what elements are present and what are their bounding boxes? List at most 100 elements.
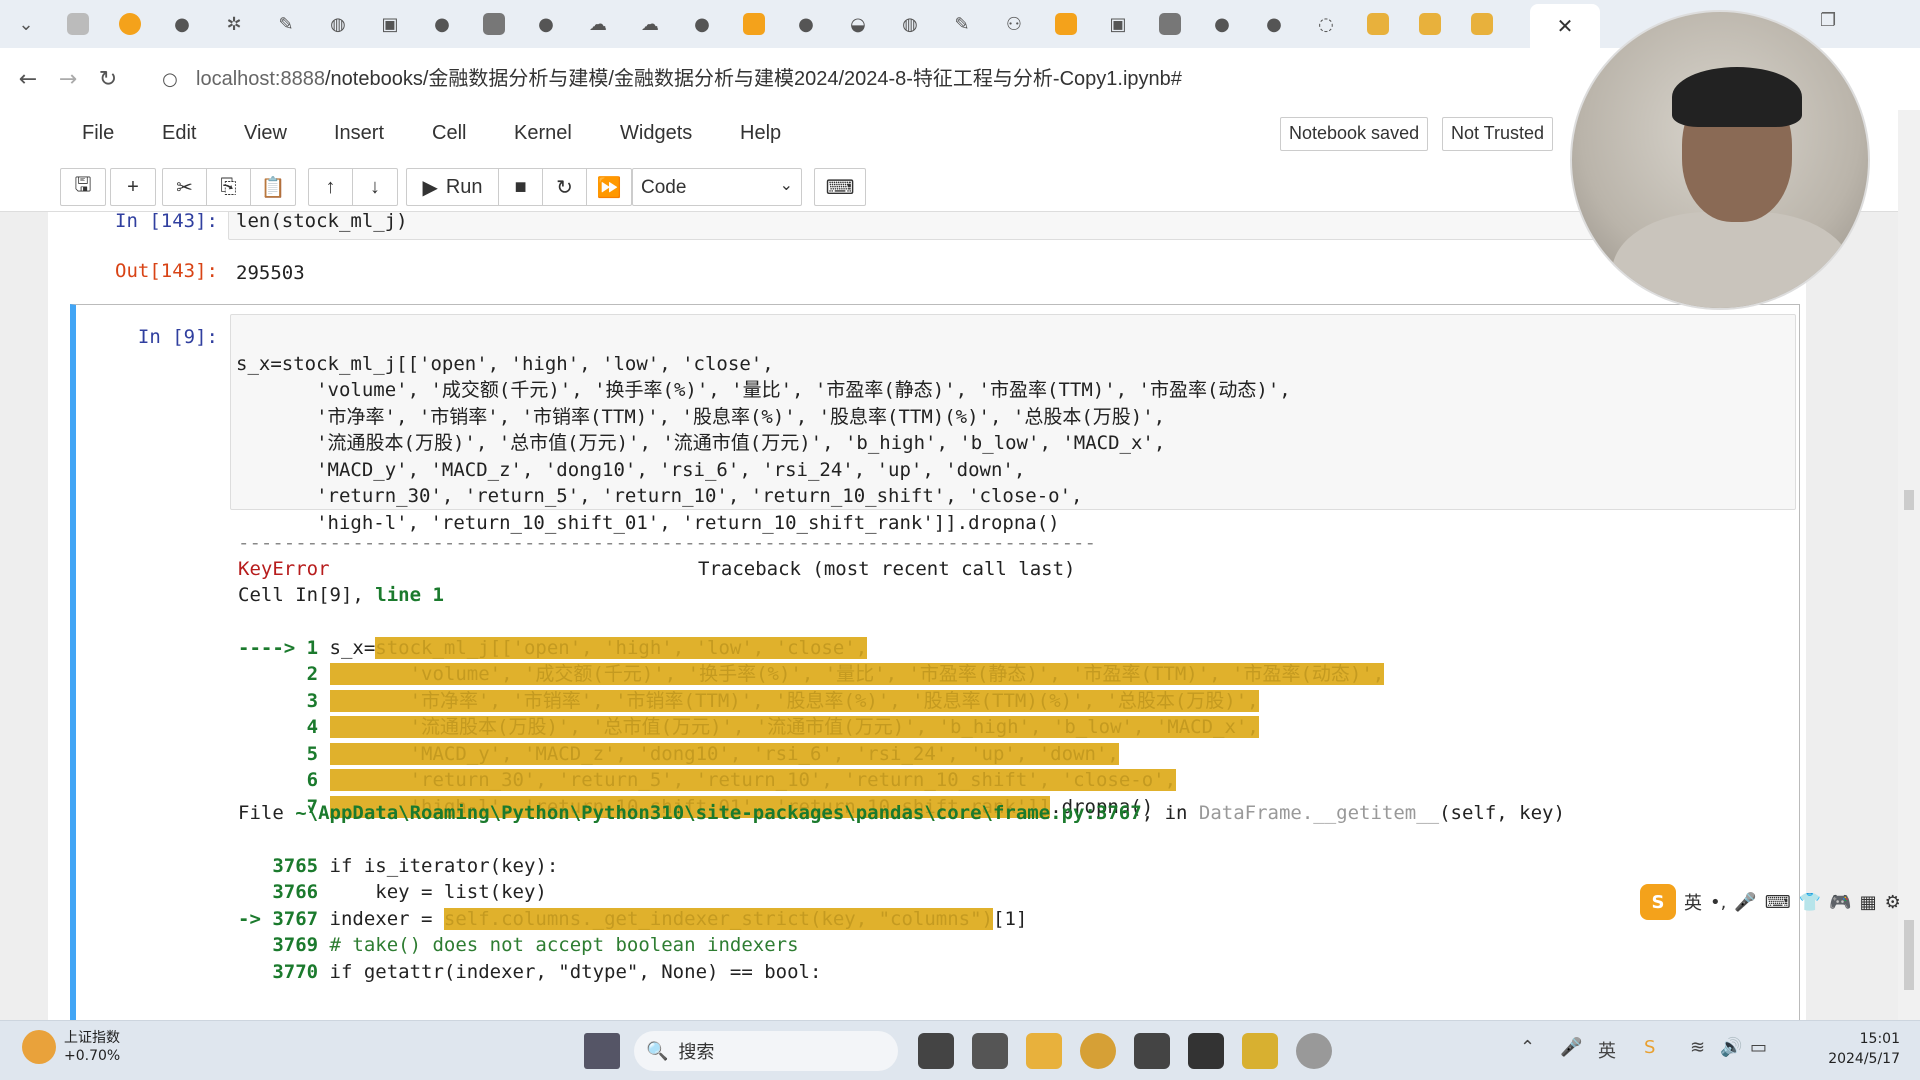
github-icon[interactable]: ●	[416, 0, 468, 48]
menu-edit[interactable]: Edit	[162, 122, 196, 145]
copy-icon[interactable]: ⎘	[207, 169, 251, 205]
menu-view[interactable]: View	[244, 122, 287, 145]
ime-language[interactable]: 英	[1684, 889, 1702, 915]
taskbar-search[interactable]: 🔍 搜索	[634, 1031, 898, 1071]
scrollbar-thumb[interactable]	[1904, 920, 1914, 990]
tab-favicon[interactable]	[1040, 0, 1092, 48]
tab-favicon[interactable]: ✎	[936, 0, 988, 48]
tab-favicon[interactable]: ●	[780, 0, 832, 48]
github-icon[interactable]: ●	[156, 0, 208, 48]
microphone-icon[interactable]: 🎤	[1734, 892, 1756, 913]
tab-favicon[interactable]: ✲	[208, 0, 260, 48]
keyboard-icon[interactable]: ⌨	[815, 169, 865, 205]
back-arrow-icon[interactable]: ←	[8, 67, 48, 92]
task-view-icon[interactable]	[918, 1033, 954, 1069]
tab-favicon[interactable]: ✎	[260, 0, 312, 48]
menu-cell[interactable]: Cell	[432, 122, 466, 145]
cell-type-select[interactable]: Code ⌄	[632, 168, 802, 206]
tab-favicon[interactable]: ◍	[884, 0, 936, 48]
app-icon[interactable]	[1296, 1033, 1332, 1069]
paste-icon[interactable]: 📋	[251, 169, 295, 205]
stock-name: 上证指数	[64, 1030, 120, 1046]
chevron-up-icon[interactable]: ⌃	[1520, 1037, 1535, 1058]
source-text: key = list(key)	[318, 881, 547, 903]
run-button[interactable]: ▶ Run	[407, 169, 499, 205]
settings-icon[interactable]: ⚙	[1885, 892, 1901, 913]
ime-logo-icon[interactable]: S	[1640, 884, 1676, 920]
sogou-tray-icon[interactable]: S	[1644, 1037, 1655, 1058]
source-line: 3769 # take() does not accept boolean in…	[238, 932, 1027, 959]
not-trusted-button[interactable]: Not Trusted	[1442, 117, 1554, 151]
zhihu-icon[interactable]	[468, 0, 520, 48]
zhihu-icon[interactable]	[1144, 0, 1196, 48]
move-down-icon[interactable]: ↓	[353, 169, 397, 205]
tab-favicon[interactable]: ●	[1248, 0, 1300, 48]
restart-icon[interactable]: ↻	[543, 169, 587, 205]
url-field[interactable]: localhost:8888/notebooks/金融数据分析与建模/金融数据分…	[196, 62, 1182, 91]
tab-favicon[interactable]	[1456, 0, 1508, 48]
battery-icon[interactable]: ▭	[1750, 1037, 1767, 1058]
reload-icon[interactable]: ↻	[88, 67, 128, 92]
scrollbar-thumb[interactable]	[1904, 490, 1914, 510]
github-icon[interactable]: ●	[520, 0, 572, 48]
tab-favicon[interactable]	[52, 0, 104, 48]
menu-file[interactable]: File	[82, 122, 114, 145]
traceback-header: Traceback (most recent call last)	[698, 558, 1076, 580]
cloud-icon[interactable]: ☁	[572, 0, 624, 48]
tab-favicon[interactable]: ◍	[312, 0, 364, 48]
start-icon[interactable]	[584, 1033, 620, 1069]
play-icon: ▶	[422, 176, 438, 199]
run-label: Run	[445, 175, 483, 198]
terminal-icon[interactable]	[1188, 1033, 1224, 1069]
restore-window-icon[interactable]: ❐	[1820, 10, 1836, 31]
restart-run-all-icon[interactable]: ⏩	[587, 169, 631, 205]
source-code: 3765 if is_iterator(key): 3766 key = lis…	[238, 826, 1027, 1020]
cloud-icon[interactable]: ☁	[624, 0, 676, 48]
menu-insert[interactable]: Insert	[334, 122, 384, 145]
forward-arrow-icon[interactable]: →	[48, 67, 88, 92]
tab-favicon[interactable]	[104, 0, 156, 48]
keyboard-icon[interactable]: ⌨	[1765, 892, 1791, 913]
tab-favicon[interactable]: ◒	[832, 0, 884, 48]
move-up-icon[interactable]: ↑	[309, 169, 353, 205]
tab-favicon[interactable]: ⚇	[988, 0, 1040, 48]
grid-icon[interactable]: ▦	[1860, 892, 1877, 913]
clipboard-group: ✂ ⎘ 📋	[162, 168, 296, 206]
volume-icon[interactable]: 🔊	[1720, 1037, 1742, 1058]
app-icon[interactable]	[972, 1033, 1008, 1069]
tab-favicon[interactable]: ▣	[1092, 0, 1144, 48]
highlighted-code: stock_ml_j[['open', 'high', 'low', 'clos…	[375, 636, 868, 659]
code-input[interactable]	[228, 212, 1798, 240]
chrome-icon[interactable]	[1080, 1033, 1116, 1069]
gamepad-icon[interactable]: 🎮	[1829, 892, 1851, 913]
app-icon[interactable]	[1134, 1033, 1170, 1069]
file-explorer-icon[interactable]	[1026, 1033, 1062, 1069]
loading-icon[interactable]: ◌	[1300, 0, 1352, 48]
github-icon[interactable]: ●	[676, 0, 728, 48]
insert-cell-icon[interactable]: +	[111, 169, 155, 205]
run-group: ▶ Run ■ ↻ ⏩	[406, 168, 632, 206]
save-icon[interactable]: 🖫	[61, 169, 105, 205]
interrupt-icon[interactable]: ■	[499, 169, 543, 205]
wps-icon[interactable]	[1242, 1033, 1278, 1069]
wifi-icon[interactable]: ≋	[1690, 1037, 1705, 1058]
tab-favicon[interactable]: ●	[1196, 0, 1248, 48]
notebook-page: In [143]: len(stock_ml_j) Out[143]: 2955…	[48, 212, 1806, 1020]
tab-favicon[interactable]	[1352, 0, 1404, 48]
tab-favicon[interactable]	[1404, 0, 1456, 48]
cut-icon[interactable]: ✂	[163, 169, 207, 205]
stock-widget[interactable]: 上证指数 +0.70%	[22, 1029, 120, 1065]
punctuation-icon[interactable]: •,	[1710, 892, 1726, 913]
microphone-icon[interactable]: 🎤	[1560, 1037, 1582, 1058]
menu-kernel[interactable]: Kernel	[514, 122, 572, 145]
active-tab-close-icon[interactable]: ✕	[1530, 4, 1600, 48]
site-info-icon[interactable]: ○	[150, 69, 190, 90]
tab-list-chevron-icon[interactable]: ⌄	[0, 0, 52, 48]
ime-tray-icon[interactable]: 英	[1598, 1037, 1616, 1063]
clock[interactable]: 15:01 2024/5/17	[1828, 1029, 1900, 1069]
tab-favicon[interactable]: ▣	[364, 0, 416, 48]
menu-help[interactable]: Help	[740, 122, 781, 145]
tab-favicon[interactable]	[728, 0, 780, 48]
menu-widgets[interactable]: Widgets	[620, 122, 692, 145]
skin-icon[interactable]: 👕	[1799, 892, 1821, 913]
